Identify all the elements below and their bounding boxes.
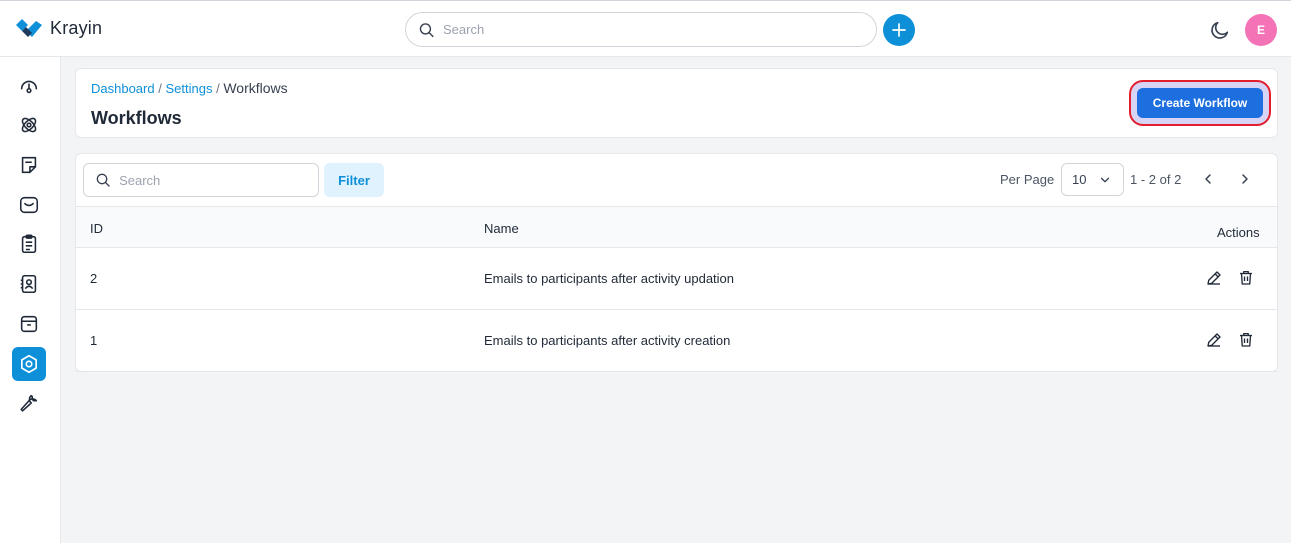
page-title: Workflows bbox=[91, 108, 182, 128]
global-search[interactable] bbox=[405, 12, 877, 47]
sidebar-item-configuration[interactable] bbox=[12, 386, 46, 420]
sidebar-item-quotes[interactable] bbox=[12, 148, 46, 182]
search-icon bbox=[96, 173, 110, 187]
sidebar-item-activities[interactable] bbox=[12, 227, 46, 261]
edit-button[interactable] bbox=[1204, 330, 1224, 350]
breadcrumb-separator: / bbox=[216, 81, 220, 96]
cell-name: Emails to participants after activity up… bbox=[484, 271, 735, 286]
leads-icon bbox=[21, 117, 37, 133]
table-row: 2 Emails to participants after activity … bbox=[76, 248, 1277, 310]
sidebar bbox=[0, 57, 61, 543]
cell-id: 2 bbox=[90, 271, 98, 286]
pencil-icon bbox=[1207, 333, 1221, 347]
contact-book-icon bbox=[20, 274, 37, 294]
per-page-value: 10 bbox=[1072, 172, 1087, 187]
sidebar-item-contacts[interactable] bbox=[12, 267, 46, 301]
plus-icon bbox=[892, 23, 906, 37]
clipboard-icon bbox=[21, 234, 37, 254]
table-row: 1 Emails to participants after activity … bbox=[76, 310, 1277, 372]
breadcrumb-current: Workflows bbox=[223, 80, 288, 96]
cell-name: Emails to participants after activity cr… bbox=[484, 333, 731, 348]
breadcrumb-settings[interactable]: Settings bbox=[165, 81, 212, 96]
mail-icon bbox=[19, 196, 39, 214]
next-page-button[interactable] bbox=[1235, 169, 1255, 189]
sticky-note-icon bbox=[21, 156, 37, 174]
chevron-right-icon bbox=[1242, 174, 1248, 184]
delete-button[interactable] bbox=[1236, 330, 1256, 350]
chevron-down-icon bbox=[1101, 177, 1110, 182]
previous-page-button[interactable] bbox=[1198, 169, 1218, 189]
global-search-input[interactable] bbox=[443, 22, 876, 37]
settings-hex-icon bbox=[21, 354, 37, 374]
per-page-label: Per Page bbox=[1000, 172, 1055, 187]
trash-icon bbox=[1240, 332, 1252, 347]
delete-button[interactable] bbox=[1236, 268, 1256, 288]
column-header-id[interactable]: ID bbox=[90, 221, 103, 236]
logo-text: Krayin bbox=[50, 18, 103, 38]
krayin-logo-icon bbox=[16, 18, 42, 37]
sidebar-item-products[interactable] bbox=[12, 307, 46, 341]
table-search[interactable] bbox=[83, 163, 319, 197]
column-header-name[interactable]: Name bbox=[484, 221, 519, 236]
pagination-info: 1 - 2 of 2 bbox=[1130, 172, 1182, 187]
breadcrumb-separator: / bbox=[158, 81, 162, 96]
archive-box-icon bbox=[20, 315, 38, 333]
sidebar-item-settings[interactable] bbox=[12, 347, 46, 381]
top-bar: Krayin E bbox=[0, 0, 1291, 57]
breadcrumb-dashboard[interactable]: Dashboard bbox=[91, 81, 155, 96]
filter-button[interactable]: Filter bbox=[324, 163, 384, 197]
dark-mode-toggle[interactable] bbox=[1209, 19, 1231, 46]
logo[interactable]: Krayin bbox=[14, 18, 102, 39]
table-search-input[interactable] bbox=[119, 172, 318, 188]
moon-icon bbox=[1211, 21, 1229, 39]
sidebar-item-mail[interactable] bbox=[12, 188, 46, 222]
sidebar-item-leads[interactable] bbox=[12, 108, 46, 142]
edit-button[interactable] bbox=[1204, 268, 1224, 288]
column-header-actions: Actions bbox=[1217, 225, 1260, 240]
quick-create-button[interactable] bbox=[883, 14, 915, 46]
breadcrumb: Dashboard / Settings / Workflows bbox=[91, 80, 288, 96]
workflows-datagrid: Filter Per Page 10 1 - 2 of 2 ID Name Ac… bbox=[75, 153, 1278, 372]
create-workflow-button[interactable]: Create Workflow bbox=[1129, 80, 1271, 126]
pencil-icon bbox=[1207, 271, 1221, 285]
search-icon bbox=[419, 22, 434, 37]
wrench-icon bbox=[20, 394, 38, 412]
trash-icon bbox=[1240, 270, 1252, 285]
page-header: Dashboard / Settings / Workflows Workflo… bbox=[75, 68, 1278, 138]
cell-id: 1 bbox=[90, 333, 98, 348]
user-avatar[interactable]: E bbox=[1245, 14, 1277, 46]
gauge-icon bbox=[20, 80, 38, 94]
chevron-left-icon bbox=[1205, 174, 1211, 184]
table-header: ID Name Actions bbox=[76, 206, 1277, 248]
per-page-select[interactable]: 10 bbox=[1061, 163, 1124, 196]
sidebar-item-dashboard[interactable] bbox=[12, 69, 46, 103]
